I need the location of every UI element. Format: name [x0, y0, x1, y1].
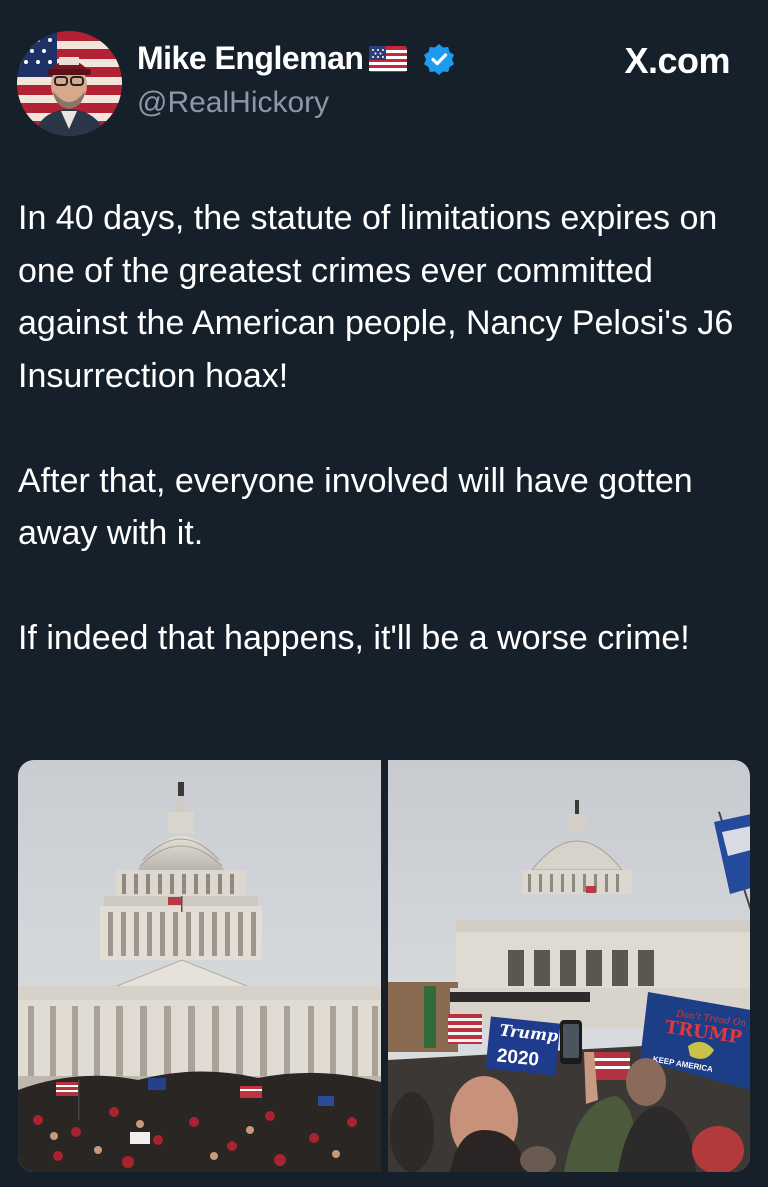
verified-check-icon — [423, 43, 455, 75]
trump-2020-sign: Trump 2020 — [484, 1016, 561, 1076]
capitol-building-crowd-photo[interactable] — [18, 760, 381, 1172]
svg-text:2020: 2020 — [495, 1045, 539, 1070]
avatar[interactable] — [17, 31, 122, 136]
tweet-paragraph: After that, everyone involved will have … — [18, 461, 693, 553]
us-flag-emoji — [369, 45, 408, 72]
tweet-card: Mike Engleman @RealHickory X.com In 40 d… — [0, 0, 768, 1187]
author-name-row[interactable]: Mike Engleman — [137, 40, 455, 77]
tweet-media-grid: Trump 2020 Don't Tread On TRUMP KEEP AME… — [18, 760, 750, 1172]
tweet-paragraph: If indeed that happens, it'll be a worse… — [18, 619, 690, 657]
author-handle[interactable]: @RealHickory — [137, 86, 329, 120]
display-name[interactable]: Mike Engleman — [137, 40, 364, 77]
x-brand-logo: X.com — [624, 40, 730, 81]
tweet-text: In 40 days, the statute of limitations e… — [18, 192, 753, 665]
capitol-crowd-flags-photo[interactable]: Trump 2020 Don't Tread On TRUMP KEEP AME… — [387, 760, 750, 1172]
tweet-paragraph: In 40 days, the statute of limitations e… — [18, 199, 734, 395]
